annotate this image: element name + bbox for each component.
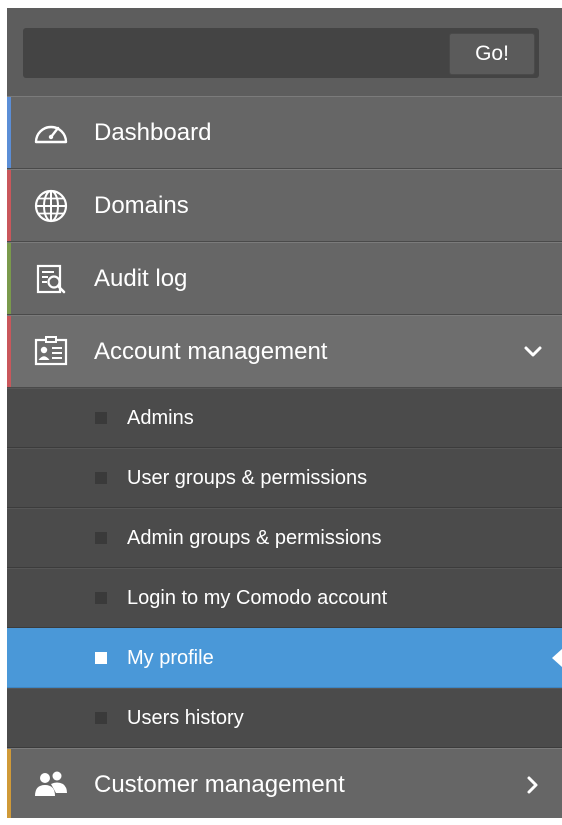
submenu-label-users-history: Users history — [127, 706, 244, 729]
menu-item-domains[interactable]: Domains — [7, 169, 562, 242]
submenu-label-user-groups: User groups & permissions — [127, 466, 368, 489]
menu-item-account-management[interactable]: Account management — [7, 315, 562, 388]
chevron-right-icon[interactable] — [522, 774, 544, 796]
bullet-icon — [95, 652, 107, 664]
menu-label-domains: Domains — [94, 191, 189, 219]
search-area: Go! — [7, 8, 562, 96]
globe-icon — [31, 188, 71, 224]
submenu-label-login-comodo: Login to my Comodo account — [127, 586, 388, 609]
dashboard-accent-stripe — [7, 97, 11, 168]
menu-label-account-management: Account management — [94, 337, 328, 365]
bullet-icon — [95, 472, 107, 484]
menu-label-dashboard: Dashboard — [94, 118, 212, 146]
bullet-icon — [95, 532, 107, 544]
account-card-icon — [31, 334, 71, 370]
menu-item-audit-log[interactable]: Audit log — [7, 242, 562, 315]
sidebar-nav: Go! Dashboard Domains Audit log Account … — [7, 8, 562, 818]
menu-label-audit-log: Audit log — [94, 264, 188, 292]
account-management-accent-stripe — [7, 316, 11, 387]
bullet-icon — [95, 592, 107, 604]
menu-item-customer-management[interactable]: Customer management — [7, 748, 562, 818]
domains-accent-stripe — [7, 170, 11, 241]
submenu-item-user-groups[interactable]: User groups & permissions — [7, 448, 562, 508]
account-management-submenu: Admins User groups & permissions Admin g… — [7, 388, 562, 748]
submenu-item-admin-groups[interactable]: Admin groups & permissions — [7, 508, 562, 568]
dashboard-gauge-icon — [31, 115, 71, 151]
menu-label-customer-management: Customer management — [94, 770, 345, 798]
customer-management-accent-stripe — [7, 749, 11, 818]
submenu-label-admins: Admins — [127, 406, 194, 429]
bullet-icon — [95, 712, 107, 724]
audit-log-accent-stripe — [7, 243, 11, 314]
submenu-item-admins[interactable]: Admins — [7, 388, 562, 448]
submenu-label-my-profile: My profile — [127, 646, 214, 669]
search-input[interactable] — [23, 28, 443, 78]
selected-pointer-icon — [552, 649, 562, 667]
bullet-icon — [95, 412, 107, 424]
submenu-item-users-history[interactable]: Users history — [7, 688, 562, 748]
chevron-down-icon[interactable] — [522, 341, 544, 363]
menu-item-dashboard[interactable]: Dashboard — [7, 96, 562, 169]
submenu-item-login-comodo[interactable]: Login to my Comodo account — [7, 568, 562, 628]
submenu-item-my-profile[interactable]: My profile — [7, 628, 562, 688]
submenu-label-admin-groups: Admin groups & permissions — [127, 526, 382, 549]
search-box: Go! — [23, 28, 539, 78]
customers-icon — [31, 767, 71, 803]
audit-log-icon — [31, 261, 71, 297]
go-button[interactable]: Go! — [449, 33, 535, 75]
